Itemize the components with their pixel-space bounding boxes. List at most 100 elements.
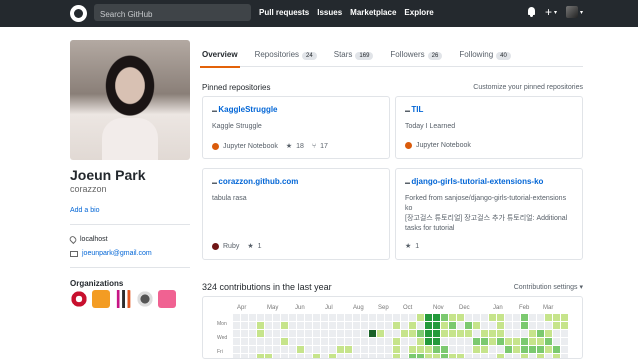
contribution-day[interactable] bbox=[537, 354, 544, 358]
contribution-day[interactable] bbox=[281, 346, 288, 353]
contribution-day[interactable] bbox=[505, 338, 512, 345]
contribution-day[interactable] bbox=[241, 314, 248, 321]
contribution-day[interactable] bbox=[273, 338, 280, 345]
contribution-day[interactable] bbox=[313, 330, 320, 337]
contribution-day[interactable] bbox=[465, 314, 472, 321]
contribution-day[interactable] bbox=[433, 346, 440, 353]
contribution-day[interactable] bbox=[241, 346, 248, 353]
contribution-day[interactable] bbox=[417, 314, 424, 321]
contribution-day[interactable] bbox=[385, 322, 392, 329]
contribution-day[interactable] bbox=[345, 338, 352, 345]
contribution-day[interactable] bbox=[529, 338, 536, 345]
contribution-day[interactable] bbox=[265, 338, 272, 345]
contribution-day[interactable] bbox=[353, 330, 360, 337]
contribution-day[interactable] bbox=[385, 354, 392, 358]
contribution-day[interactable] bbox=[537, 346, 544, 353]
contribution-day[interactable] bbox=[249, 338, 256, 345]
org-avatar[interactable] bbox=[114, 290, 132, 308]
repo-forks[interactable]: 17 bbox=[320, 143, 328, 150]
contribution-day[interactable] bbox=[249, 322, 256, 329]
org-avatar[interactable] bbox=[70, 290, 88, 308]
contribution-day[interactable] bbox=[337, 354, 344, 358]
contribution-day[interactable] bbox=[297, 314, 304, 321]
contribution-day[interactable] bbox=[257, 346, 264, 353]
contribution-day[interactable] bbox=[561, 322, 568, 329]
contribution-day[interactable] bbox=[425, 346, 432, 353]
contribution-day[interactable] bbox=[449, 330, 456, 337]
contribution-day[interactable] bbox=[305, 354, 312, 358]
contribution-day[interactable] bbox=[553, 322, 560, 329]
contribution-day[interactable] bbox=[465, 322, 472, 329]
contribution-day[interactable] bbox=[289, 322, 296, 329]
contribution-day[interactable] bbox=[537, 322, 544, 329]
contribution-day[interactable] bbox=[265, 322, 272, 329]
contribution-day[interactable] bbox=[281, 354, 288, 358]
contribution-day[interactable] bbox=[321, 314, 328, 321]
contribution-day[interactable] bbox=[529, 314, 536, 321]
contribution-day[interactable] bbox=[353, 322, 360, 329]
contribution-day[interactable] bbox=[489, 346, 496, 353]
tab-followers[interactable]: Followers 26 bbox=[390, 40, 443, 67]
contribution-day[interactable] bbox=[273, 314, 280, 321]
contribution-day[interactable] bbox=[441, 330, 448, 337]
contribution-day[interactable] bbox=[329, 346, 336, 353]
contribution-day[interactable] bbox=[281, 330, 288, 337]
contribution-day[interactable] bbox=[481, 354, 488, 358]
contribution-day[interactable] bbox=[425, 354, 432, 358]
contribution-day[interactable] bbox=[489, 322, 496, 329]
contribution-day[interactable] bbox=[545, 322, 552, 329]
contribution-day[interactable] bbox=[529, 346, 536, 353]
contribution-day[interactable] bbox=[449, 338, 456, 345]
contribution-day[interactable] bbox=[369, 346, 376, 353]
contribution-day[interactable] bbox=[433, 314, 440, 321]
contribution-day[interactable] bbox=[337, 314, 344, 321]
contribution-day[interactable] bbox=[233, 314, 240, 321]
contribution-day[interactable] bbox=[409, 354, 416, 358]
contribution-day[interactable] bbox=[537, 338, 544, 345]
contribution-day[interactable] bbox=[345, 330, 352, 337]
contribution-day[interactable] bbox=[433, 330, 440, 337]
contribution-day[interactable] bbox=[297, 330, 304, 337]
contribution-day[interactable] bbox=[369, 314, 376, 321]
contribution-day[interactable] bbox=[457, 330, 464, 337]
contribution-day[interactable] bbox=[241, 338, 248, 345]
contribution-day[interactable] bbox=[393, 314, 400, 321]
contribution-day[interactable] bbox=[337, 322, 344, 329]
contribution-day[interactable] bbox=[409, 346, 416, 353]
contribution-day[interactable] bbox=[497, 322, 504, 329]
contribution-day[interactable] bbox=[513, 346, 520, 353]
contribution-day[interactable] bbox=[321, 346, 328, 353]
contribution-day[interactable] bbox=[529, 322, 536, 329]
contribution-day[interactable] bbox=[457, 354, 464, 358]
contribution-day[interactable] bbox=[473, 338, 480, 345]
nav-issues[interactable]: Issues bbox=[317, 8, 342, 17]
contribution-day[interactable] bbox=[273, 346, 280, 353]
contribution-day[interactable] bbox=[473, 330, 480, 337]
contribution-day[interactable] bbox=[457, 338, 464, 345]
tab-following[interactable]: Following 40 bbox=[459, 40, 511, 67]
contribution-day[interactable] bbox=[465, 346, 472, 353]
contribution-day[interactable] bbox=[489, 354, 496, 358]
contribution-day[interactable] bbox=[441, 354, 448, 358]
contribution-day[interactable] bbox=[273, 322, 280, 329]
repo-stars[interactable]: 18 bbox=[296, 143, 304, 150]
contribution-day[interactable] bbox=[377, 314, 384, 321]
contribution-day[interactable] bbox=[233, 330, 240, 337]
contribution-day[interactable] bbox=[369, 338, 376, 345]
contribution-day[interactable] bbox=[329, 314, 336, 321]
contribution-day[interactable] bbox=[345, 322, 352, 329]
contribution-day[interactable] bbox=[521, 338, 528, 345]
contribution-day[interactable] bbox=[465, 338, 472, 345]
contribution-day[interactable] bbox=[241, 330, 248, 337]
contribution-day[interactable] bbox=[257, 314, 264, 321]
contribution-day[interactable] bbox=[393, 346, 400, 353]
contribution-day[interactable] bbox=[321, 354, 328, 358]
contribution-day[interactable] bbox=[561, 330, 568, 337]
contribution-day[interactable] bbox=[545, 330, 552, 337]
tab-stars[interactable]: Stars 169 bbox=[334, 40, 374, 67]
contribution-day[interactable] bbox=[385, 330, 392, 337]
contribution-day[interactable] bbox=[345, 346, 352, 353]
contribution-day[interactable] bbox=[305, 330, 312, 337]
contribution-day[interactable] bbox=[369, 354, 376, 358]
contribution-day[interactable] bbox=[305, 338, 312, 345]
